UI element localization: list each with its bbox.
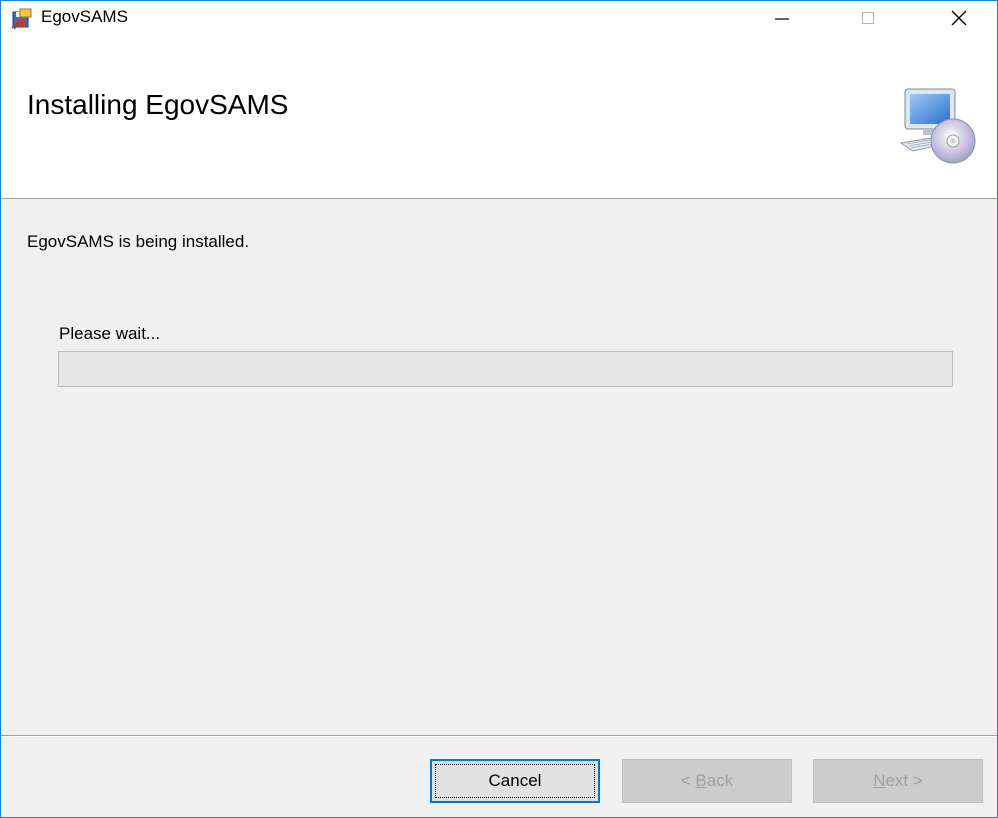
install-status-text: EgovSAMS is being installed.	[27, 232, 250, 251]
focus-rectangle	[435, 764, 595, 798]
installer-window: EgovSAMS Installing EgovSAMS EgovSAMS is…	[0, 0, 998, 818]
back-label-rest: ack	[706, 771, 734, 790]
minimize-button[interactable]	[759, 1, 805, 35]
back-prefix: <	[680, 771, 696, 790]
next-button[interactable]: Next >	[813, 759, 983, 803]
close-icon	[951, 10, 967, 26]
back-accelerator: B	[695, 771, 707, 790]
computer-disc-icon	[899, 88, 976, 164]
window-title: EgovSAMS	[41, 7, 128, 26]
back-button[interactable]: < Back	[622, 759, 792, 803]
next-label-rest: ext >	[885, 771, 923, 790]
maximize-button[interactable]	[845, 1, 891, 35]
minimize-icon	[775, 18, 789, 20]
installer-app-icon	[11, 8, 32, 30]
title-bar[interactable]: EgovSAMS	[1, 1, 997, 35]
maximize-icon	[862, 12, 874, 24]
page-title: Installing EgovSAMS	[27, 89, 289, 120]
bottom-separator	[1, 735, 997, 737]
close-button[interactable]	[936, 1, 982, 35]
please-wait-label: Please wait...	[59, 324, 161, 343]
install-progress-bar	[58, 351, 953, 387]
header-banner: Installing EgovSAMS	[1, 35, 997, 199]
next-accelerator: N	[873, 771, 886, 790]
cancel-button[interactable]: Cancel	[430, 759, 600, 803]
